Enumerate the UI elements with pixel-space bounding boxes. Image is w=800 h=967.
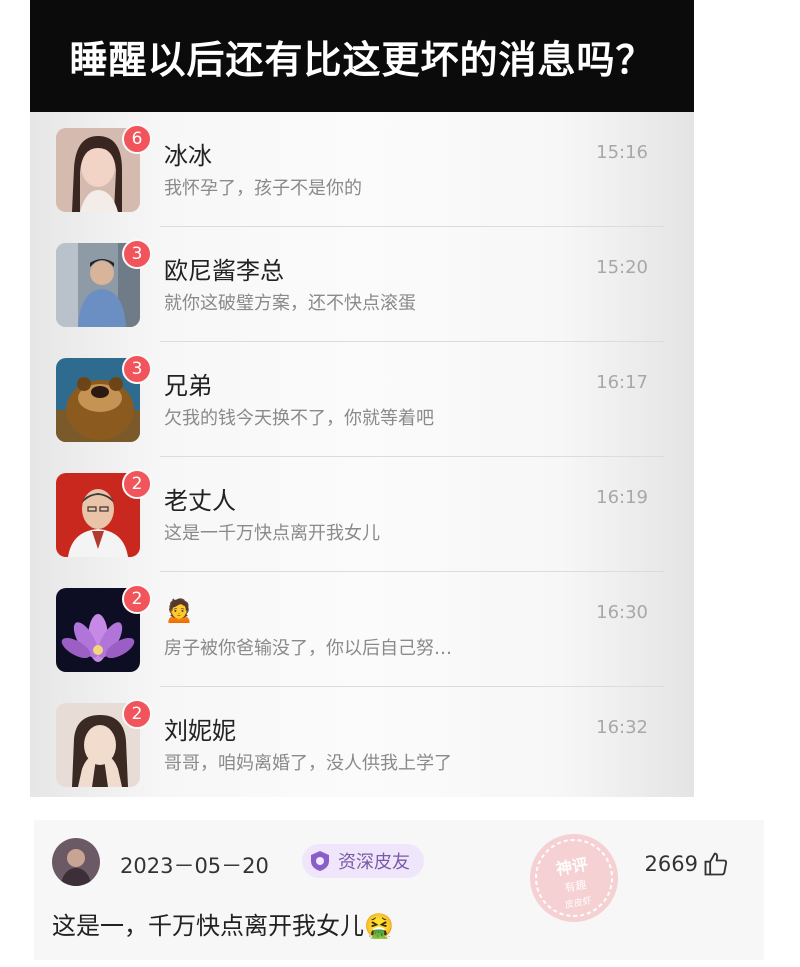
like-count: 2669 bbox=[644, 852, 698, 876]
chat-row[interactable]: 6 冰冰 我怀孕了，孩子不是你的 15:16 bbox=[30, 112, 694, 227]
chat-row[interactable]: 3 兄弟 欠我的钱今天换不了，你就等着吧 16:17 bbox=[30, 342, 694, 457]
chat-preview: 就你这破璧方案，还不快点滚蛋 bbox=[164, 293, 416, 314]
thumbs-up-icon bbox=[704, 852, 728, 876]
user-level-label: 资深皮友 bbox=[338, 852, 410, 873]
user-level-badge: 资深皮友 bbox=[302, 844, 424, 878]
meme-image: 睡醒以后还有比这更坏的消息吗？ 6 冰冰 我怀孕了，孩子不是你的 15:16 3… bbox=[30, 0, 694, 797]
unread-badge: 6 bbox=[122, 124, 152, 154]
chat-time: 16:30 bbox=[596, 602, 648, 623]
unread-badge: 3 bbox=[122, 354, 152, 384]
chat-name: 冰冰 bbox=[164, 142, 212, 170]
chat-preview: 房子被你爸输没了，你以后自己努… bbox=[164, 638, 452, 659]
like-button[interactable]: 2669 bbox=[645, 850, 730, 878]
chat-name: 刘妮妮 bbox=[164, 717, 236, 745]
chat-preview: 欠我的钱今天换不了，你就等着吧 bbox=[164, 408, 434, 429]
chat-row[interactable]: 2 老丈人 这是一千万快点离开我女儿 16:19 bbox=[30, 457, 694, 572]
unread-badge: 2 bbox=[122, 699, 152, 729]
comment-date: 2023－05－20 bbox=[120, 854, 269, 878]
chat-row[interactable]: 3 欧尼酱李总 就你这破璧方案，还不快点滚蛋 15:20 bbox=[30, 227, 694, 342]
unread-badge: 2 bbox=[122, 584, 152, 614]
chat-time: 16:19 bbox=[596, 487, 648, 508]
chat-time: 15:20 bbox=[596, 257, 648, 278]
chat-preview: 哥哥，咱妈离婚了，没人供我上学了 bbox=[164, 753, 452, 774]
chat-time: 16:32 bbox=[596, 717, 648, 738]
commenter-avatar[interactable] bbox=[52, 838, 100, 886]
chat-preview: 这是一千万快点离开我女儿 bbox=[164, 523, 380, 544]
chat-name: 🙍 bbox=[164, 596, 194, 624]
comment-card: 2023－05－20 资深皮友 神评 有趣 皮皮虾 2669 这是一，千万快点离… bbox=[34, 820, 764, 960]
chat-time: 15:16 bbox=[596, 142, 648, 163]
chat-name: 兄弟 bbox=[164, 372, 212, 400]
unread-badge: 3 bbox=[122, 239, 152, 269]
meme-title: 睡醒以后还有比这更坏的消息吗？ bbox=[30, 0, 694, 112]
chat-row[interactable]: 2 🙍 房子被你爸输没了，你以后自己努… 16:30 bbox=[30, 572, 694, 687]
chat-name: 老丈人 bbox=[164, 487, 236, 515]
stamp-logo: 神评 有趣 皮皮虾 bbox=[530, 834, 618, 922]
shield-icon bbox=[311, 851, 329, 871]
chat-preview: 我怀孕了，孩子不是你的 bbox=[164, 178, 362, 199]
unread-badge: 2 bbox=[122, 469, 152, 499]
chat-time: 16:17 bbox=[596, 372, 648, 393]
chat-name: 欧尼酱李总 bbox=[164, 257, 284, 285]
chat-row[interactable]: 2 刘妮妮 哥哥，咱妈离婚了，没人供我上学了 16:32 bbox=[30, 687, 694, 797]
comment-text: 这是一，千万快点离开我女儿🤮 bbox=[52, 912, 394, 940]
